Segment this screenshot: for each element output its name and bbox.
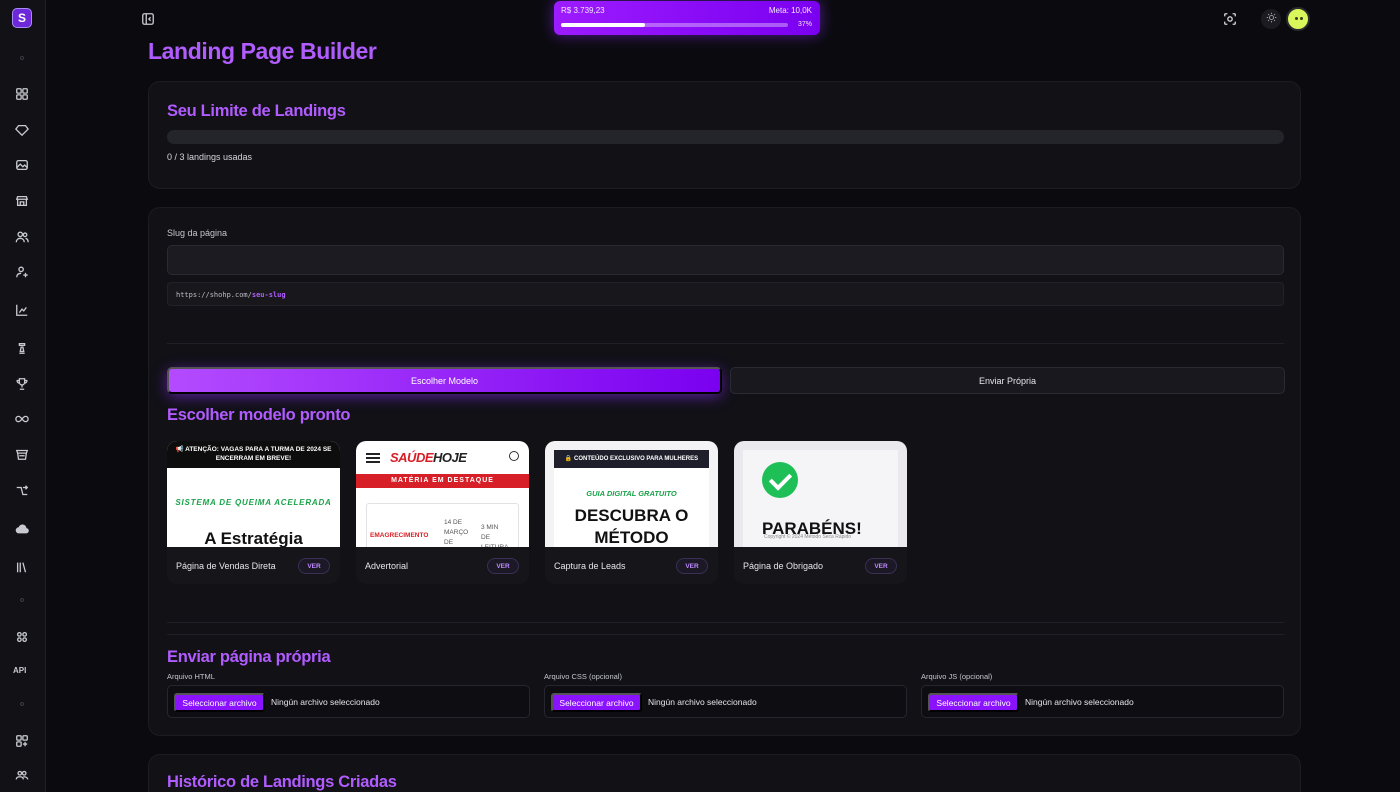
template-card-advertorial[interactable]: SAÚDEHOJE MATÉRIA EM DESTAQUE EMAGRECIME…	[356, 441, 529, 584]
html-file-label: Arquivo HTML	[167, 672, 215, 681]
sun-icon	[1266, 10, 1277, 28]
scan-icon[interactable]	[1223, 12, 1237, 26]
preview-tag: EMAGRECIMENTO	[370, 532, 429, 539]
css-file-input[interactable]: Seleccionar archivo Ningún archivo selec…	[544, 685, 907, 718]
preview-featured-bar: MATÉRIA EM DESTAQUE	[356, 474, 529, 488]
app-logo[interactable]: S	[12, 8, 32, 28]
css-file-label: Arquivo CSS (opcional)	[544, 672, 622, 681]
sidebar-separator	[20, 702, 24, 706]
preview-read-time: 3 MIN DE LEITURA	[481, 524, 508, 547]
template-card-sales[interactable]: 📢 ATENÇÃO: VAGAS PARA A TURMA DE 2024 SE…	[167, 441, 340, 584]
theme-toggle-button[interactable]	[1261, 9, 1281, 29]
history-card: Histórico de Landings Criadas	[148, 754, 1301, 792]
html-file-input[interactable]: Seleccionar archivo Ningún archivo selec…	[167, 685, 530, 718]
slug-input[interactable]	[167, 245, 1284, 275]
view-template-button[interactable]: VER	[487, 558, 519, 574]
limit-title: Seu Limite de Landings	[167, 102, 346, 120]
file-status: Ningún archivo seleccionado	[648, 697, 757, 707]
view-template-button[interactable]: VER	[298, 558, 330, 574]
template-name: Página de Obrigado	[743, 561, 824, 571]
landing-limit-card: Seu Limite de Landings 0 / 3 landings us…	[148, 81, 1301, 189]
users-icon[interactable]	[14, 229, 30, 245]
tab-upload-own[interactable]: Enviar Própria	[730, 367, 1285, 394]
template-card-thankyou[interactable]: PARABÉNS! Copyright © 2024 Método Seca R…	[734, 441, 907, 584]
history-title: Histórico de Landings Criadas	[167, 773, 397, 791]
revenue-progress-fill	[561, 23, 645, 27]
divider	[167, 622, 1284, 623]
template-name: Advertorial	[365, 561, 409, 571]
integrations-icon[interactable]	[14, 629, 30, 645]
preview-banner: 🔒 CONTEÚDO EXCLUSIVO PARA MULHERES	[554, 450, 709, 468]
layers-icon[interactable]	[14, 446, 30, 462]
templates-title: Escolher modelo pronto	[167, 406, 351, 424]
user-avatar[interactable]	[1286, 7, 1310, 31]
divider	[167, 343, 1284, 344]
gallery-icon[interactable]	[14, 157, 30, 173]
preview-banner: 📢 ATENÇÃO: VAGAS PARA A TURMA DE 2024 SE…	[167, 441, 340, 468]
slug-url-base: https://shohp.com/	[176, 291, 252, 299]
slug-url-preview: https://shohp.com/seu-slug	[167, 282, 1284, 306]
revenue-goal-widget[interactable]: R$ 3.739,23 Meta: 10,0K 37%	[554, 1, 820, 35]
sidebar: S API	[0, 0, 46, 792]
grid-icon[interactable]	[14, 86, 30, 102]
page-title: Landing Page Builder	[148, 38, 377, 64]
search-icon	[509, 451, 519, 461]
team-icon[interactable]	[14, 767, 30, 783]
js-file-input[interactable]: Seleccionar archivo Ningún archivo selec…	[921, 685, 1284, 718]
preview-subtitle: SISTEMA DE QUEIMA ACELERADA	[175, 498, 332, 507]
check-circle-icon	[762, 462, 798, 498]
revenue-goal: Meta: 10,0K	[768, 6, 812, 15]
preview-logo: SAÚDEHOJE	[390, 450, 467, 465]
view-template-button[interactable]: VER	[676, 558, 708, 574]
preview-subtitle: GUIA DIGITAL GRATUITO	[586, 489, 677, 498]
menu-icon	[366, 453, 380, 463]
preview-headline: DESCUBRA O MÉTODO	[574, 506, 689, 547]
preview-headline: A Estratégia	[204, 529, 303, 547]
apps-icon[interactable]	[14, 733, 30, 749]
sidebar-separator	[20, 56, 24, 60]
user-add-icon[interactable]	[14, 264, 30, 280]
sidebar-toggle-icon[interactable]	[141, 12, 155, 26]
limit-usage-text: 0 / 3 landings usadas	[167, 152, 253, 162]
store-icon[interactable]	[14, 193, 30, 209]
upload-title: Enviar página própria	[167, 648, 331, 666]
template-name: Página de Vendas Direta	[176, 561, 276, 571]
revenue-amount: R$ 3.739,23	[561, 6, 605, 15]
slug-url-slug: seu-slug	[251, 291, 286, 299]
library-icon[interactable]	[14, 559, 30, 575]
trophy-icon[interactable]	[14, 376, 30, 392]
api-label[interactable]: API	[13, 666, 26, 675]
diamond-icon[interactable]	[14, 122, 30, 138]
sidebar-separator	[20, 598, 24, 602]
slug-label: Slug da página	[167, 228, 228, 238]
select-file-button[interactable]: Seleccionar archivo	[551, 693, 642, 712]
builder-card: Slug da página https://shohp.com/seu-slu…	[148, 207, 1301, 736]
select-file-button[interactable]: Seleccionar archivo	[928, 693, 1019, 712]
template-preview: 🔒 CONTEÚDO EXCLUSIVO PARA MULHERES GUIA …	[545, 441, 718, 547]
template-name: Captura de Leads	[554, 561, 626, 571]
preview-logo-accent: HOJE	[433, 450, 467, 465]
preview-logo-main: SAÚDE	[390, 450, 434, 465]
cloud-icon[interactable]	[14, 521, 30, 537]
preview-copyright: Copyright © 2024 Método Seca Rápido	[764, 534, 852, 540]
tab-choose-template[interactable]: Escolher Modelo	[167, 367, 722, 394]
select-file-button[interactable]: Seleccionar archivo	[174, 693, 265, 712]
template-preview: PARABÉNS! Copyright © 2024 Método Seca R…	[734, 441, 907, 547]
infinity-icon[interactable]	[14, 411, 30, 427]
swap-icon[interactable]	[14, 483, 30, 499]
template-preview: 📢 ATENÇÃO: VAGAS PARA A TURMA DE 2024 SE…	[167, 441, 340, 547]
file-status: Ningún archivo seleccionado	[271, 697, 380, 707]
revenue-percent: 37%	[797, 21, 812, 28]
revenue-progress-track	[561, 23, 788, 27]
limit-progress-bar	[167, 130, 1284, 144]
chess-icon[interactable]	[14, 340, 30, 356]
preview-date: 14 DE MARÇO DE	[444, 519, 469, 546]
file-status: Ningún archivo seleccionado	[1025, 697, 1134, 707]
chart-icon[interactable]	[14, 302, 30, 318]
template-preview: SAÚDEHOJE MATÉRIA EM DESTAQUE EMAGRECIME…	[356, 441, 529, 547]
js-file-label: Arquivo JS (opcional)	[921, 672, 993, 681]
divider	[167, 634, 1284, 635]
view-template-button[interactable]: VER	[865, 558, 897, 574]
template-card-leads[interactable]: 🔒 CONTEÚDO EXCLUSIVO PARA MULHERES GUIA …	[545, 441, 718, 584]
